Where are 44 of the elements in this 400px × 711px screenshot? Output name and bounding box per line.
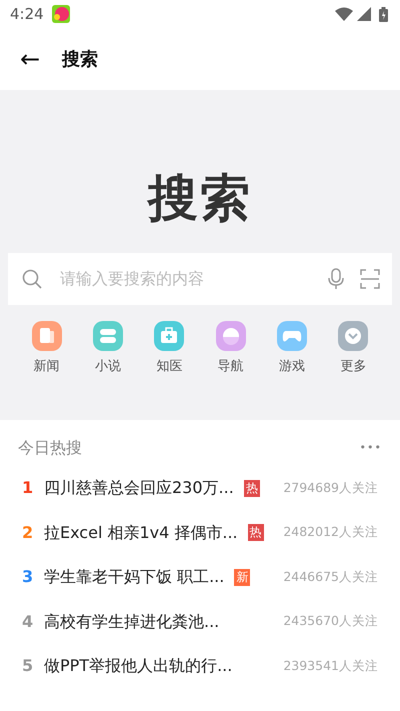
- microphone-icon[interactable]: [328, 268, 344, 290]
- follower-count: 2446675人关注: [283, 568, 378, 586]
- hero-title: 搜索: [148, 169, 252, 227]
- battery-icon: [379, 6, 388, 22]
- shortcut-label[interactable]: 新闻: [34, 357, 60, 376]
- shortcut-label[interactable]: 小说: [94, 357, 121, 376]
- search-field[interactable]: 请输入要搜索的内容: [8, 253, 392, 305]
- chevron-down-icon[interactable]: [338, 321, 368, 351]
- shortcut-label[interactable]: 更多: [340, 357, 366, 376]
- follower-count: 2794689人关注: [283, 478, 378, 497]
- more-button[interactable]: •••: [360, 440, 382, 456]
- page-title: 搜索: [62, 48, 98, 72]
- signal-icon: [357, 6, 371, 20]
- rank-number: 5: [22, 655, 34, 678]
- shortcut-label[interactable]: 游戏: [278, 357, 305, 376]
- hot-tag: 热: [244, 480, 260, 497]
- gamepad-icon[interactable]: [276, 321, 307, 351]
- medical-kit-icon[interactable]: [154, 321, 184, 351]
- news-icon[interactable]: [32, 321, 62, 351]
- hot-tag: 热: [248, 524, 264, 542]
- scan-icon[interactable]: [360, 269, 380, 289]
- shortcut-label[interactable]: 知医: [156, 357, 182, 376]
- follower-count: 2482012人关注: [283, 523, 378, 542]
- rank-number: 1: [22, 477, 34, 500]
- trending-title[interactable]: 四川慈善总会回应230万...: [44, 476, 234, 500]
- wifi-icon: [335, 6, 353, 20]
- new-tag: 新: [234, 568, 250, 586]
- follower-count: 2435670人关注: [283, 612, 378, 630]
- rank-number: 3: [22, 566, 34, 588]
- section-title: 今日热搜: [18, 437, 82, 459]
- follower-count: 2393541人关注: [283, 656, 378, 675]
- trending-title[interactable]: 高校有学生掉进化粪池...: [44, 610, 220, 634]
- trending-title[interactable]: 拉Excel 相亲1v4 择偶市...: [44, 520, 238, 545]
- trending-title[interactable]: 学生靠老干妈下饭 职工...: [44, 565, 224, 590]
- back-button[interactable]: ←: [20, 47, 40, 71]
- rank-number: 4: [22, 610, 34, 633]
- trending-title[interactable]: 做PPT举报他人出轨的行...: [44, 654, 232, 678]
- book-icon[interactable]: [92, 321, 123, 351]
- search-input[interactable]: 请输入要搜索的内容: [58, 266, 328, 292]
- rank-number: 2: [22, 522, 34, 544]
- status-time: 4:24: [10, 4, 44, 25]
- shortcut-label[interactable]: 导航: [218, 357, 244, 376]
- search-icon: [22, 269, 42, 289]
- app-notification-icon: [52, 5, 70, 23]
